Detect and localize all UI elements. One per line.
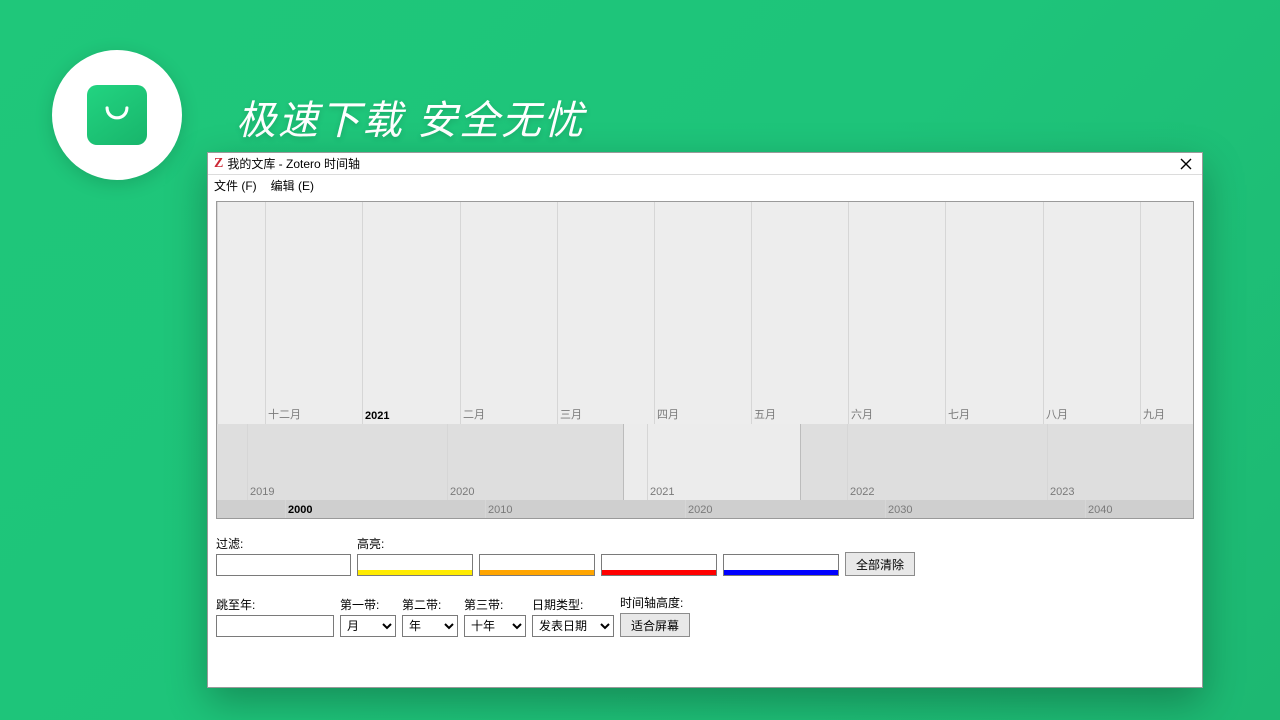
clear-all-button[interactable]: 全部清除: [845, 552, 915, 576]
jump-to-year-input[interactable]: [216, 615, 334, 637]
brand-logo-square: [87, 85, 147, 145]
timeline-gridline: [1140, 202, 1141, 424]
timeline-tick-label: 五月: [751, 406, 776, 422]
timeline-tick-label: 2040: [1085, 504, 1112, 516]
timeline-tick-label: 2023: [1047, 486, 1074, 498]
timeline-gridline: [945, 202, 946, 424]
timeline-tick-label: 2020: [685, 504, 712, 516]
timeline-gridline: [217, 202, 218, 424]
close-button[interactable]: [1176, 155, 1196, 173]
band3-label: 第三带:: [464, 596, 526, 613]
band1-select[interactable]: 月: [340, 615, 396, 637]
timeline-tick-label: 三月: [557, 406, 582, 422]
timeline-band-1[interactable]: 十二月 2021 二月 三月 四月 五月 六月 七月 八月 九月: [217, 202, 1193, 424]
window-title: 我的文库 - Zotero 时间轴: [227, 155, 360, 172]
jump-to-year-label: 跳至年:: [216, 596, 334, 613]
timeline-band-3[interactable]: 2000 2010 2020 2030 2040: [217, 500, 1193, 518]
timeline-tick-label: 2020: [447, 486, 474, 498]
filter-input[interactable]: [216, 554, 351, 576]
timeline-tick-label: 2022: [847, 486, 874, 498]
fit-screen-button[interactable]: 适合屏幕: [620, 613, 690, 637]
timeline-gridline: [654, 202, 655, 424]
zotero-logo-icon: Z: [214, 157, 223, 171]
menu-file[interactable]: 文件 (F): [214, 177, 257, 194]
timeline-tick-label: 八月: [1043, 406, 1068, 422]
timeline-gridline: [265, 202, 266, 424]
titlebar[interactable]: Z 我的文库 - Zotero 时间轴: [208, 153, 1202, 175]
timeline-gridline: [557, 202, 558, 424]
timeline-tick-label: 2019: [247, 486, 274, 498]
timeline-tick-label: 七月: [945, 406, 970, 422]
timeline-tick-label: 2030: [885, 504, 912, 516]
band2-select[interactable]: 年: [402, 615, 458, 637]
close-icon: [1180, 158, 1192, 170]
timeline-gridline: [848, 202, 849, 424]
menubar: 文件 (F) 编辑 (E): [208, 175, 1202, 195]
timeline-height-label: 时间轴高度:: [620, 594, 690, 611]
datetype-select[interactable]: 发表日期: [532, 615, 614, 637]
timeline-tick-label: 2021: [362, 410, 389, 422]
timeline[interactable]: 十二月 2021 二月 三月 四月 五月 六月 七月 八月 九月 2019 2020 2021 2022…: [216, 201, 1194, 519]
datetype-label: 日期类型:: [532, 596, 614, 613]
timeline-band-2[interactable]: 2019 2020 2021 2022 2023: [217, 424, 1193, 500]
brand-logo-circle: [52, 50, 182, 180]
highlight-label: 高亮:: [357, 535, 839, 552]
timeline-tick-label: 四月: [654, 406, 679, 422]
timeline-tick-label: 2021: [647, 486, 674, 498]
page-headline: 极速下载 安全无忧: [236, 88, 585, 146]
menu-edit[interactable]: 编辑 (E): [271, 177, 314, 194]
band2-label: 第二带:: [402, 596, 458, 613]
shopping-bag-icon: [100, 98, 134, 132]
band1-label: 第一带:: [340, 596, 396, 613]
timeline-tick-label: 十二月: [265, 406, 301, 422]
timeline-tick-label: 六月: [848, 406, 873, 422]
timeline-tick-label: 2010: [485, 504, 512, 516]
timeline-gridline: [751, 202, 752, 424]
timeline-tick-label: 二月: [460, 406, 485, 422]
timeline-tick-label: 九月: [1140, 406, 1165, 422]
timeline-tick-label: 2000: [285, 504, 312, 516]
zotero-timeline-window: Z 我的文库 - Zotero 时间轴 文件 (F) 编辑 (E) 十二月 202…: [207, 152, 1203, 688]
timeline-gridline: [362, 202, 363, 424]
timeline-gridline: [460, 202, 461, 424]
timeline-gridline: [1043, 202, 1044, 424]
filter-label: 过滤:: [216, 535, 351, 552]
band3-select[interactable]: 十年: [464, 615, 526, 637]
